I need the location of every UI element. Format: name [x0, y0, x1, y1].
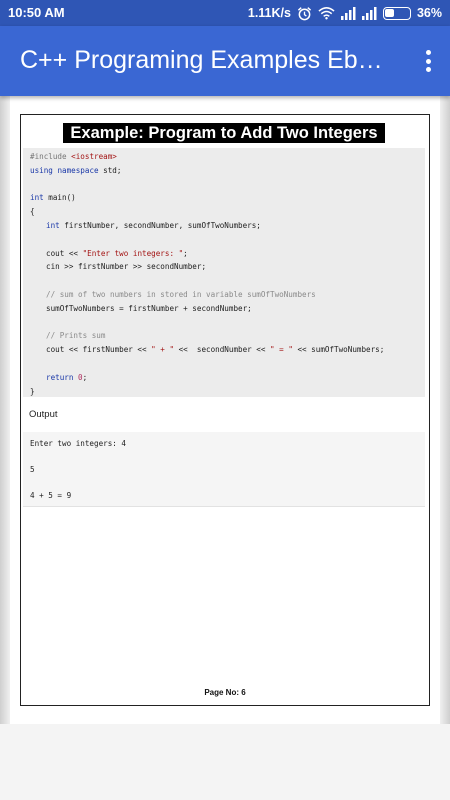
- alarm-icon: [297, 6, 312, 21]
- more-vert-icon[interactable]: [420, 48, 436, 74]
- app-title: C++ Programing Examples Ebook: [20, 46, 390, 74]
- code-line: using namespace std;: [30, 165, 122, 175]
- code-line: }: [30, 386, 35, 396]
- document-viewer[interactable]: Example: Program to Add Two Integers #in…: [0, 96, 450, 724]
- example-heading: Example: Program to Add Two Integers: [63, 123, 385, 143]
- battery-percent: 36%: [416, 6, 442, 20]
- wifi-icon: [318, 6, 335, 20]
- signal-icon: [340, 6, 356, 20]
- output-line: 5: [30, 465, 35, 474]
- network-speed: 1.11K/s: [247, 6, 291, 20]
- code-line: cout << "Enter two integers: ";: [46, 248, 188, 258]
- status-bar: 10:50 AM 1.11K/s 36%: [0, 0, 450, 26]
- status-icons: 1.11K/s 36%: [248, 4, 442, 22]
- output-line: 4 + 5 = 9: [30, 491, 72, 500]
- code-line: cin >> firstNumber >> secondNumber;: [46, 262, 207, 272]
- document-page: Example: Program to Add Two Integers #in…: [10, 96, 440, 724]
- output-line: Enter two integers: 4: [30, 439, 127, 448]
- page-number: Page No: 6: [204, 688, 246, 697]
- code-line: int firstNumber, secondNumber, sumOfTwoN…: [46, 220, 261, 230]
- signal-icon: [361, 6, 377, 20]
- code-line: cout << firstNumber << " + " << secondNu…: [46, 345, 385, 355]
- output-label: Output: [29, 409, 58, 420]
- code-line: #include <iostream>: [30, 152, 117, 161]
- app-bar: C++ Programing Examples Ebook: [0, 26, 450, 96]
- code-comment: // Prints sum: [46, 331, 106, 341]
- battery-icon: [382, 6, 411, 20]
- code-line: int main(): [30, 193, 76, 203]
- code-line: return 0;: [46, 372, 88, 382]
- code-line: sumOfTwoNumbers = firstNumber + secondNu…: [46, 303, 252, 313]
- status-time: 10:50 AM: [8, 5, 65, 20]
- code-block: #include <iostream> using namespace std;…: [23, 148, 425, 397]
- output-block: Enter two integers: 4 5 4 + 5 = 9: [23, 432, 425, 507]
- code-comment: // sum of two numbers in stored in varia…: [46, 289, 316, 299]
- page-frame: Example: Program to Add Two Integers #in…: [20, 114, 430, 706]
- code-line: {: [30, 207, 35, 217]
